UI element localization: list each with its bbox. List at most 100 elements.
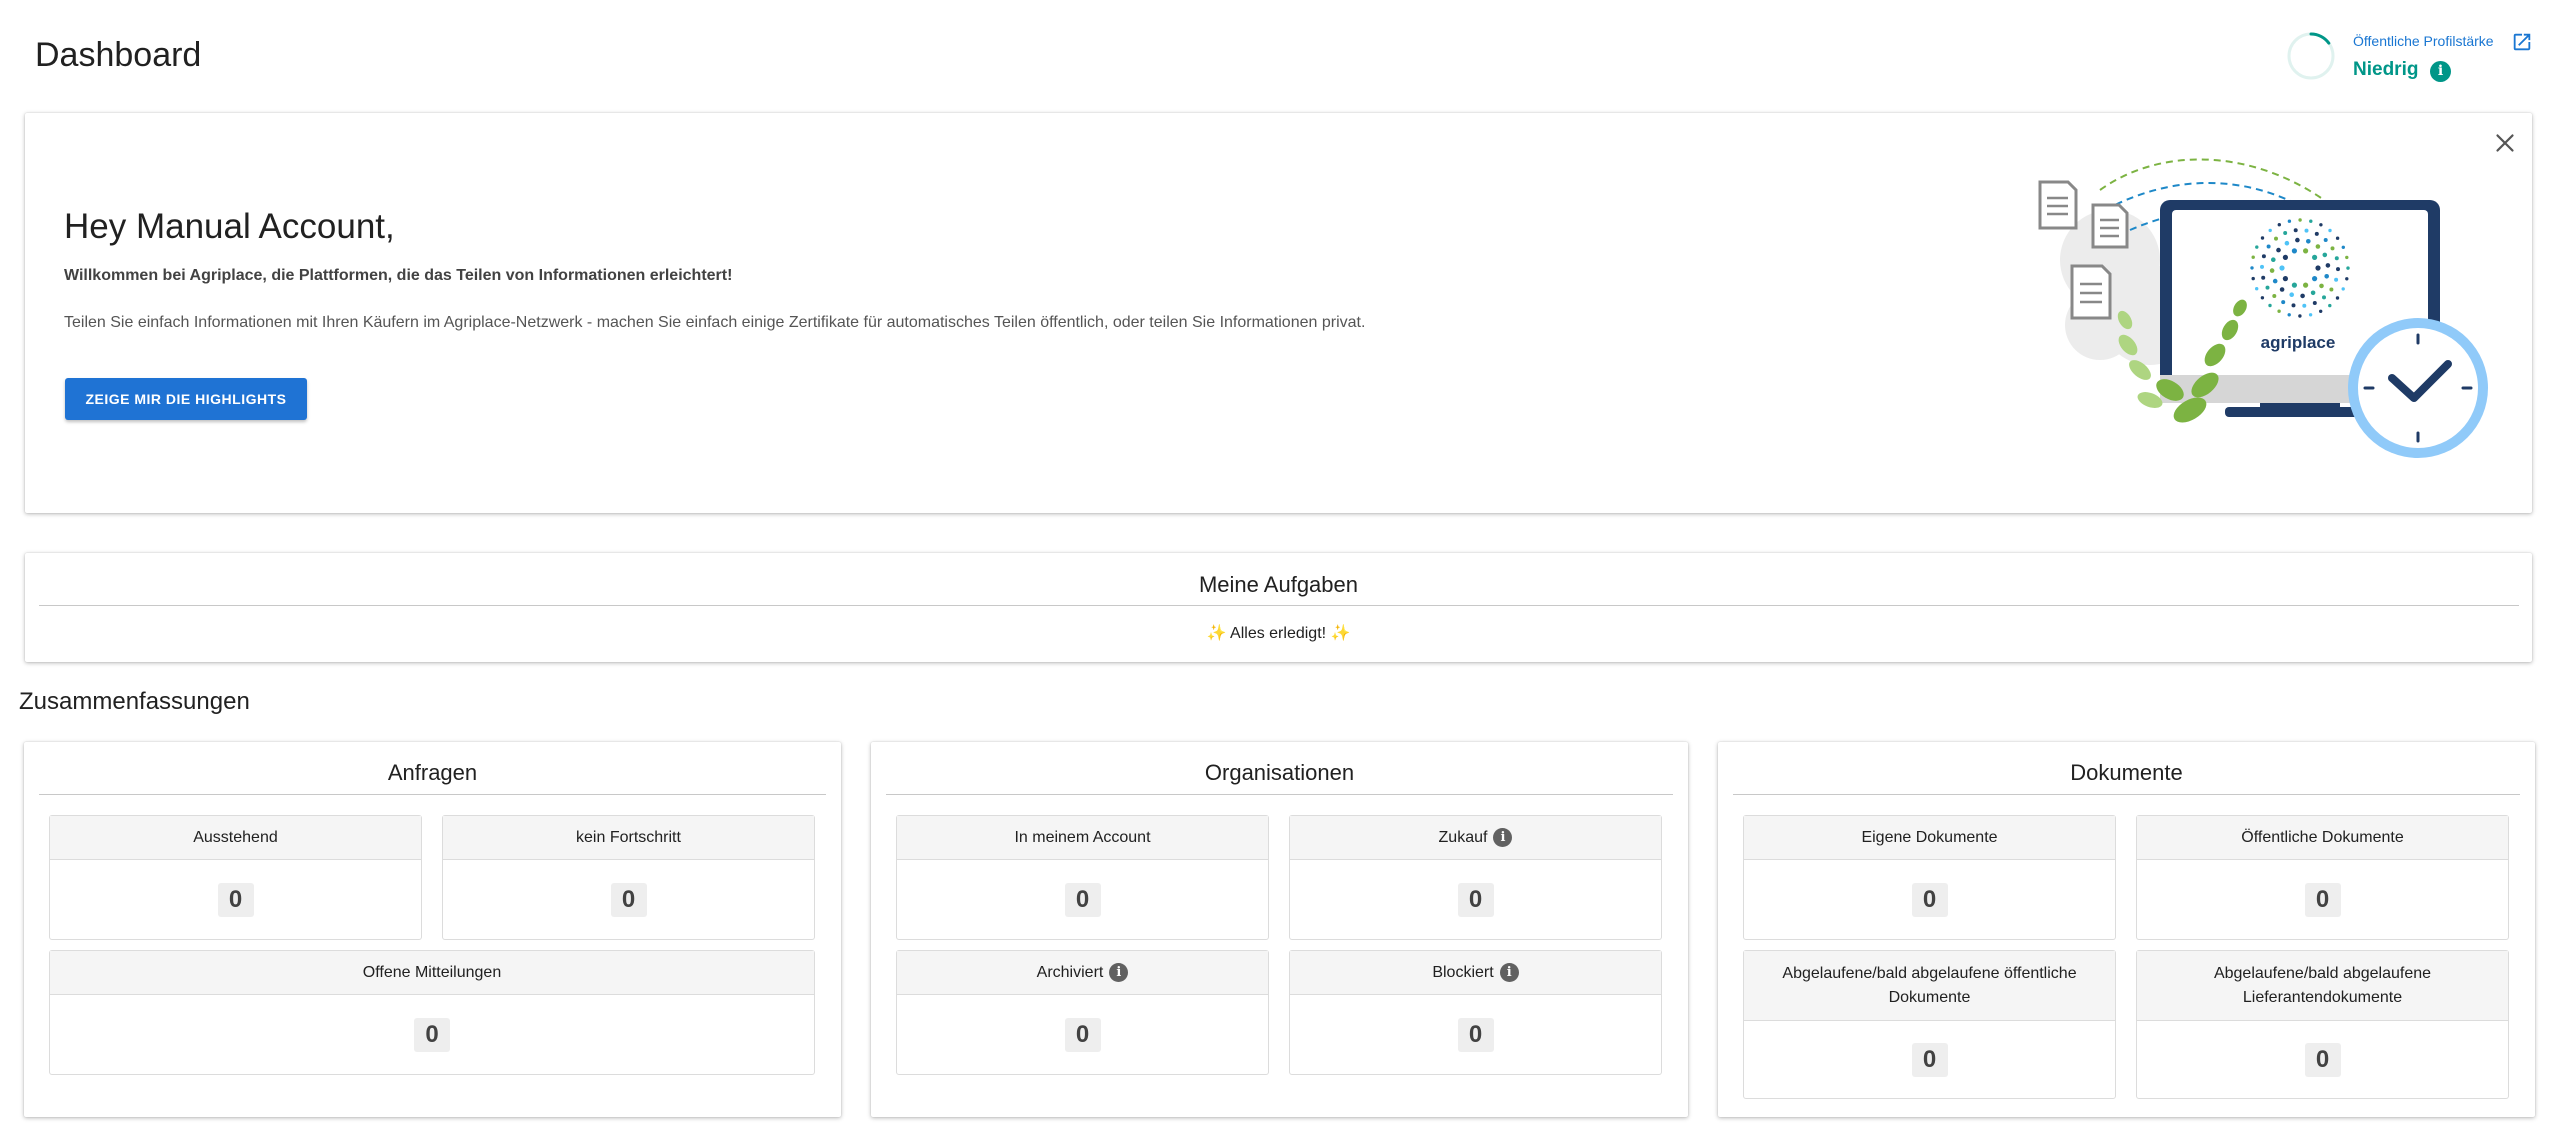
logo-dot [2330,246,2335,251]
logo-dot [2283,231,2288,235]
logo-dot [2274,236,2278,241]
summaries-title: Zusammenfassungen [19,688,250,715]
info-icon[interactable]: i [2430,61,2451,82]
logo-dot [2319,283,2324,289]
tile-value: 0 [1064,1018,1101,1052]
profile-strength-value: Niedrig [2353,59,2419,80]
logo-dot [2282,254,2288,260]
profile-strength-link[interactable]: Öffentliche Profilstärke [2353,33,2494,49]
logo-dot [2341,245,2345,249]
tile-expiring-supplier-documents[interactable]: Abgelaufene/bald abgelaufene Lieferanten… [2136,950,2509,1099]
logo-dot [2334,256,2339,261]
divider [39,605,2519,606]
tile-blocked[interactable]: Blockiert i 0 [1289,950,1662,1075]
logo-dot [2300,293,2305,299]
logo-dot [2335,296,2340,300]
tile-value: 0 [1457,883,1494,917]
tile-expiring-public-documents[interactable]: Abgelaufene/bald abgelaufene öffentliche… [1743,950,2116,1099]
info-icon[interactable]: i [1499,963,1519,982]
logo-dot [2291,303,2296,308]
logo-dot [2345,277,2349,281]
logo-dot [2272,278,2278,284]
logo-dot [2315,244,2321,249]
logo-dot [2319,223,2323,227]
logo-dot [2303,248,2309,254]
logo-dot [2268,228,2272,233]
divider [1733,794,2520,795]
logo-dot [2345,255,2349,260]
logo-dot [2334,277,2339,282]
logo-dot [2314,231,2319,236]
logo-dot [2335,236,2340,240]
logo-dot [2265,285,2270,290]
logo-dot [2287,219,2292,223]
tile-head: Blockiert i [1290,951,1661,995]
logo-dot [2281,300,2286,305]
tile-label: Öffentliche Dokumente [2137,816,2508,860]
tile-head: Archiviert i [897,951,1268,995]
logo-dot [2260,264,2264,269]
logo-dot [2323,238,2328,242]
tile-value: 0 [610,883,647,917]
tile-label: Offene Mitteilungen [50,951,814,995]
close-icon[interactable] [2490,128,2520,158]
tile-value: 0 [1911,1043,1948,1077]
tile-in-my-account[interactable]: In meinem Account 0 [896,815,1269,940]
info-icon[interactable]: i [1109,963,1129,982]
welcome-text: Teilen Sie einfach Informationen mit Ihr… [64,314,1366,331]
logo-dot [2312,276,2318,282]
tile-open-messages[interactable]: Offene Mitteilungen 0 [49,950,815,1075]
logo-dot [2303,282,2309,288]
tasks-card [25,553,2532,662]
tile-pending[interactable]: Ausstehend 0 [49,815,422,940]
tile-label: kein Fortschritt [443,816,814,860]
tile-value: 0 [414,1018,450,1052]
logo-dot [2315,265,2321,271]
logo-dot [2322,295,2326,300]
logo-dot [2261,275,2266,280]
tile-value: 0 [2304,883,2341,917]
tile-purchase[interactable]: Zukauf i 0 [1289,815,1662,940]
tile-no-progress[interactable]: kein Fortschritt 0 [442,815,815,940]
tile-label: Blockiert [1432,963,1494,981]
logo-dot [2260,236,2265,240]
logo-dot [2251,276,2255,281]
logo-dot [2272,294,2277,298]
logo-dot [2268,303,2272,308]
tasks-status: ✨ Alles erledigt! ✨ [1206,625,1351,642]
logo-dot [2302,303,2307,308]
organisations-title: Organisationen [1204,760,1355,785]
welcome-greeting: Hey Manual Account, [64,207,395,246]
logo-dot [2293,228,2298,233]
tile-value: 0 [1911,883,1948,917]
info-icon[interactable]: i [1493,828,1513,847]
agriplace-illustration: agriplace [2038,158,2488,458]
logo-dot [2312,254,2318,260]
tile-own-documents[interactable]: Eigene Dokumente 0 [1743,815,2116,940]
logo-dot [2298,314,2302,318]
logo-dot [2284,240,2290,246]
tile-label: Abgelaufene/bald abgelaufene öffentliche… [1744,951,2115,1021]
external-link-icon[interactable] [2511,31,2533,53]
logo-dot [2328,303,2332,308]
logo-dot [2261,254,2266,259]
tile-archived[interactable]: Archiviert i 0 [896,950,1269,1075]
logo-dot [2255,287,2259,291]
tile-public-documents[interactable]: Öffentliche Dokumente 0 [2136,815,2509,940]
tile-label: In meinem Account [897,816,1268,860]
tile-label: Abgelaufene/bald abgelaufene Lieferanten… [2137,951,2508,1021]
tile-label: Zukauf [1438,828,1488,846]
logo-dot [2304,228,2309,233]
show-highlights-button[interactable]: ZEIGE MIR DIE HIGHLIGHTS [65,378,307,420]
logo-dot [2308,313,2313,317]
welcome-intro: Willkommen bei Agriplace, die Plattforme… [64,267,733,284]
logo-dot [2341,287,2345,291]
tile-value: 0 [1457,1018,1494,1052]
logo-dot [2322,252,2328,258]
logo-dot [2289,292,2294,297]
logo-dot [2309,219,2313,223]
requests-title: Anfragen [387,760,478,785]
tile-head: Zukauf i [1290,816,1661,860]
logo-dot [2325,263,2331,268]
tile-value: 0 [2304,1043,2341,1077]
